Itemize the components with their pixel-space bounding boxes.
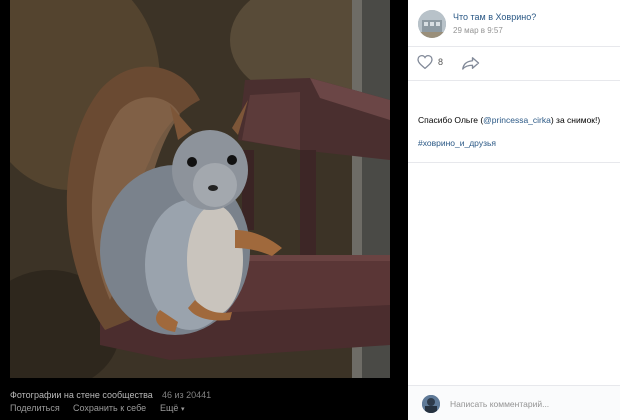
photo-image xyxy=(10,0,390,378)
post-date[interactable]: 29 мар в 9:57 xyxy=(453,26,503,35)
photo-pane: Фотографии на стене сообщества 46 из 204… xyxy=(0,0,408,420)
photo-squirrel-on-feeder[interactable] xyxy=(10,0,390,378)
user-avatar-image xyxy=(422,395,440,413)
post-text: Спасибо Ольге (@princessa_cirka) за сним… xyxy=(418,115,600,125)
save-photo-link[interactable]: Сохранить к себе xyxy=(73,403,146,413)
more-menu-button[interactable]: Ещё ▾ xyxy=(160,403,184,413)
user-avatar[interactable] xyxy=(422,395,440,413)
photo-footer: Фотографии на стене сообщества 46 из 204… xyxy=(0,378,408,420)
comment-bar xyxy=(408,385,620,420)
share-arrow-icon xyxy=(462,57,480,70)
heart-icon xyxy=(417,55,433,69)
hashtag-link[interactable]: #ховрино_и_друзья xyxy=(418,138,496,148)
like-count: 8 xyxy=(438,57,444,67)
mention-link[interactable]: @princessa_cirka xyxy=(483,115,551,125)
album-title[interactable]: Фотографии на стене сообщества xyxy=(10,390,153,400)
like-button[interactable]: 8 xyxy=(417,55,443,69)
share-photo-link[interactable]: Поделиться xyxy=(10,403,60,413)
community-avatar[interactable] xyxy=(418,10,446,38)
comment-input[interactable] xyxy=(450,394,612,414)
chevron-down-icon: ▾ xyxy=(180,406,185,413)
photo-counter: 46 из 20441 xyxy=(162,390,212,400)
community-avatar-image xyxy=(418,10,446,38)
more-menu-label: Ещё xyxy=(160,403,179,413)
share-button[interactable] xyxy=(462,56,480,75)
divider xyxy=(408,80,620,81)
divider xyxy=(408,162,620,163)
post-text-start: Спасибо Ольге ( xyxy=(418,115,484,125)
post-author-link[interactable]: Что там в Ховрино? xyxy=(453,12,536,22)
post-text-end: ) за снимок!) xyxy=(550,115,601,125)
post-info-pane: Что там в Ховрино? 29 мар в 9:57 8 Спаси… xyxy=(408,0,620,420)
divider xyxy=(408,46,620,47)
photo-viewer: Фотографии на стене сообщества 46 из 204… xyxy=(0,0,620,420)
